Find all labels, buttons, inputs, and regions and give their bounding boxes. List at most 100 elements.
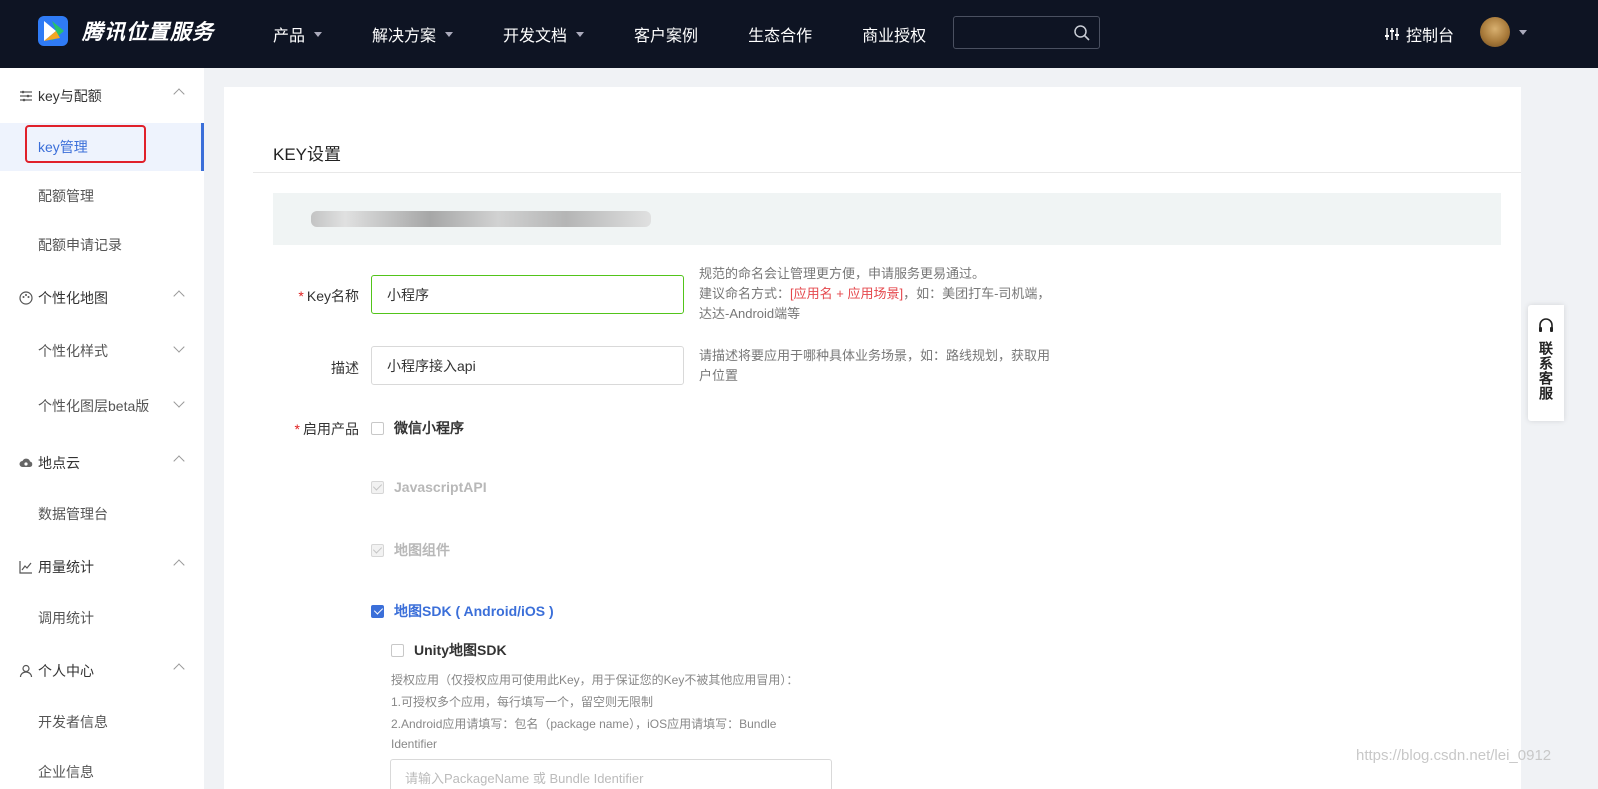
checkbox-label: 地图组件 [394,542,450,558]
checkbox[interactable] [391,643,404,657]
key-settings-card: KEY设置 * Key名称 小程序 规范的命名会让管理更方便，申请服务更易通过。 … [224,87,1521,789]
sidebar-group-usage[interactable]: 用量统计 [0,547,204,587]
chevron-up-icon [173,88,185,100]
key-value-strip [273,193,1501,245]
sidebar: key与配额 key管理 配额管理 配额申请记录 个性化地图 个性化样式 个性化… [0,68,204,789]
chevron-down-icon [173,341,185,353]
nav-ecosystem[interactable]: 生态合作 [748,22,812,46]
line-chart-icon [19,561,32,574]
cloud-icon [19,458,33,467]
sidebar-group-personal[interactable]: 个人中心 [0,651,204,691]
sidebar-item-label: 开发者信息 [38,714,108,730]
description-label: 描述 [239,358,359,378]
top-navigation-bar: 腾讯位置服务 产品 解决方案 开发文档 客户案例 生态合作 商业授权 控制台 [0,0,1598,68]
list-icon [20,90,32,102]
sidebar-item-custom-layer-beta[interactable]: 个性化图层beta版 [0,382,204,430]
sidebar-group-label: 个人中心 [38,663,94,679]
redacted-key-value [311,211,651,227]
product-unity-sdk[interactable]: Unity地图SDK [391,640,507,660]
sidebar-item-quota-manage[interactable]: 配额管理 [0,172,204,220]
sidebar-item-quota-apply-log[interactable]: 配额申请记录 [0,221,204,269]
console-link[interactable]: 控制台 [1384,22,1454,46]
sidebar-group-place-cloud[interactable]: 地点云 [0,443,204,483]
sidebar-group-custom-map[interactable]: 个性化地图 [0,278,204,318]
description-input[interactable]: 小程序接入api [371,346,684,385]
auth-desc-line: Identifier [391,737,438,751]
nav-label: 开发文档 [503,28,568,45]
nav-label: 商业授权 [862,28,927,45]
product-javascript-api: JavascriptAPI [371,479,487,495]
checkbox-label: Unity地图SDK [414,642,507,658]
checkbox-label: JavascriptAPI [394,479,487,495]
checkbox[interactable] [371,421,384,435]
input-placeholder: 请输入PackageName 或 Bundle Identifier [405,770,644,786]
product-map-sdk[interactable]: 地图SDK ( Android/iOS ) [371,601,554,621]
sidebar-item-label: 配额管理 [38,188,94,204]
input-value: 小程序 [387,286,429,303]
chevron-up-icon [173,663,185,675]
nav-products[interactable]: 产品 [273,22,323,46]
sidebar-group-key-quota[interactable]: key与配额 [0,76,204,116]
sidebar-item-company-info[interactable]: 企业信息 [0,748,204,789]
nav-cases[interactable]: 客户案例 [634,22,698,46]
hint-emphasis: [应用名 + 应用场景] [790,286,904,301]
palette-icon [19,291,33,305]
watermark: https://blog.csdn.net/lei_0912 [1356,747,1552,764]
contact-support-button[interactable]: 联系客服 [1528,305,1564,421]
nav-label: 解决方案 [372,28,437,45]
checkbox-label: 地图SDK ( Android/iOS ) [394,603,554,619]
hint-text: 规范的命名会让管理更方便，申请服务更易通过。 [699,266,986,281]
sidebar-group-label: 地点云 [38,455,80,471]
divider [253,172,1521,173]
sidebar-item-call-stats[interactable]: 调用统计 [0,594,204,642]
product-wechat-miniprogram[interactable]: 微信小程序 [371,418,464,438]
contact-label: 联系客服 [1538,341,1554,401]
chevron-up-icon [173,455,185,467]
checkbox-checked[interactable] [371,604,384,618]
search-box [953,16,1100,49]
nav-label: 产品 [273,28,306,45]
nav-docs[interactable]: 开发文档 [503,22,585,46]
sidebar-item-developer-info[interactable]: 开发者信息 [0,698,204,746]
checkbox-disabled [371,543,384,557]
bundle-identifier-input[interactable]: 请输入PackageName 或 Bundle Identifier [390,759,832,789]
sidebar-group-label: 个性化地图 [38,290,108,306]
console-label: 控制台 [1406,28,1455,45]
auth-desc-line: 1.可授权多个应用，每行填写一个，留空则无限制 [391,695,654,709]
caret-down-icon[interactable] [1519,30,1527,35]
sidebar-group-label: 用量统计 [38,559,94,575]
main-nav: 产品 解决方案 开发文档 客户案例 生态合作 商业授权 [273,0,976,68]
description-hint: 请描述将要应用于哪种具体业务场景，如：路线规划，获取用户位置 [699,348,1051,383]
brand-logo[interactable]: 腾讯位置服务 [38,16,214,46]
search-icon[interactable] [1073,24,1091,42]
chevron-up-icon [173,290,185,302]
checkbox-label: 微信小程序 [394,420,464,436]
key-name-hint: 规范的命名会让管理更方便，申请服务更易通过。 建议命名方式：[应用名 + 应用场… [699,264,1051,324]
label-text: Key名称 [306,288,359,304]
caret-down-icon [576,31,585,37]
sidebar-item-custom-style[interactable]: 个性化样式 [0,327,204,375]
sidebar-item-label: 企业信息 [38,764,94,780]
search-input[interactable] [954,17,1064,48]
headset-icon [1539,318,1553,332]
auth-desc-line: 2.Android应用请填写：包名（package name），iOS应用请填写… [391,717,777,731]
chevron-up-icon [173,559,185,571]
key-name-label: * Key名称 [239,286,359,306]
nav-label: 生态合作 [748,28,813,45]
key-name-input[interactable]: 小程序 [371,275,684,314]
user-avatar[interactable] [1480,17,1510,47]
sidebar-item-label: 个性化样式 [38,343,108,359]
nav-license[interactable]: 商业授权 [862,22,926,46]
sidebar-item-label: 个性化图层beta版 [38,398,150,414]
hint-text: 建议命名方式： [699,286,791,301]
products-label: * 启用产品 [239,419,359,439]
checkbox-disabled [371,480,384,494]
product-map-component: 地图组件 [371,540,450,560]
auth-desc-line: 授权应用（仅授权应用可使用此Key，用于保证您的Key不被其他应用冒用）： [391,673,799,687]
brand-name: 腾讯位置服务 [82,21,214,44]
caret-down-icon [314,31,323,37]
nav-solutions[interactable]: 解决方案 [372,22,454,46]
sidebar-item-data-console[interactable]: 数据管理台 [0,490,204,538]
sidebar-item-label: 配额申请记录 [38,237,122,253]
highlight-box [25,125,146,163]
